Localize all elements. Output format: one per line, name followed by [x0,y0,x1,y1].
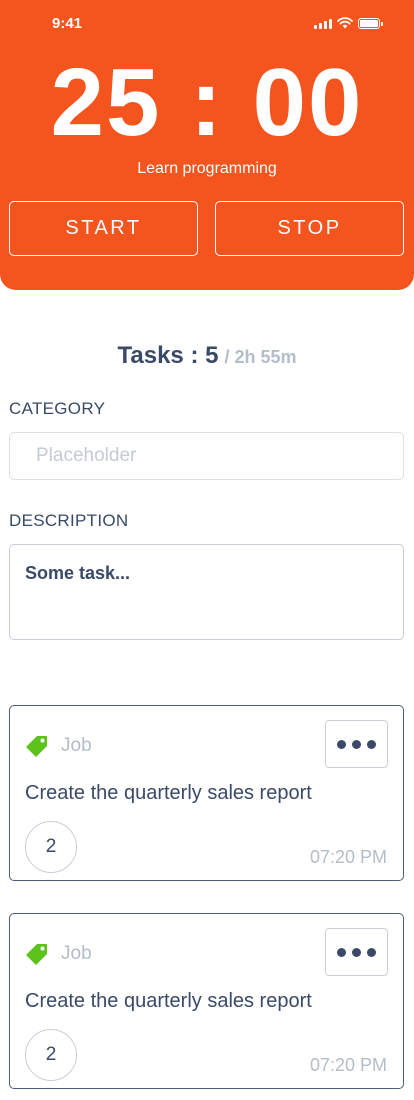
tasks-duration: / 2h 55m [224,347,297,367]
task-time: 07:20 PM [309,1055,387,1075]
status-icons [314,17,383,29]
status-time: 9:41 [52,15,83,32]
more-options-button[interactable] [325,720,388,768]
task-count-badge: 2 [25,1029,77,1081]
task-card[interactable]: Job Create the quarterly sales report 2 … [9,913,404,1089]
tag-icon [26,736,47,757]
signal-icon [314,18,332,29]
stop-button[interactable]: STOP [215,201,404,256]
task-category: Job [61,943,92,964]
task-title: Create the quarterly sales report [25,782,312,804]
start-button[interactable]: START [9,201,198,256]
tag-icon [26,944,47,965]
more-dots-icon [337,947,346,957]
category-input[interactable] [9,432,404,480]
task-count-badge: 2 [25,821,77,873]
task-time: 07:20 PM [309,847,387,867]
tasks-count: Tasks : 5 [117,342,219,369]
battery-icon [358,18,383,29]
task-title: Create the quarterly sales report [25,990,312,1012]
timer-task-label: Learn programming [137,160,277,177]
description-label: DESCRIPTION [9,511,129,530]
timer-display: 25 : 00 [50,49,364,156]
task-card[interactable]: Job Create the quarterly sales report 2 … [9,705,404,881]
description-field[interactable]: Some task... [9,544,404,640]
more-options-button[interactable] [325,928,388,976]
wifi-icon [337,17,353,29]
category-label: CATEGORY [9,399,106,418]
timer-header: 9:41 25 : 00 Learn programming START STO… [0,0,414,290]
tasks-summary: Tasks : 5/ 2h 55m [0,342,414,370]
more-dots-icon [337,739,346,749]
task-category: Job [61,735,92,756]
